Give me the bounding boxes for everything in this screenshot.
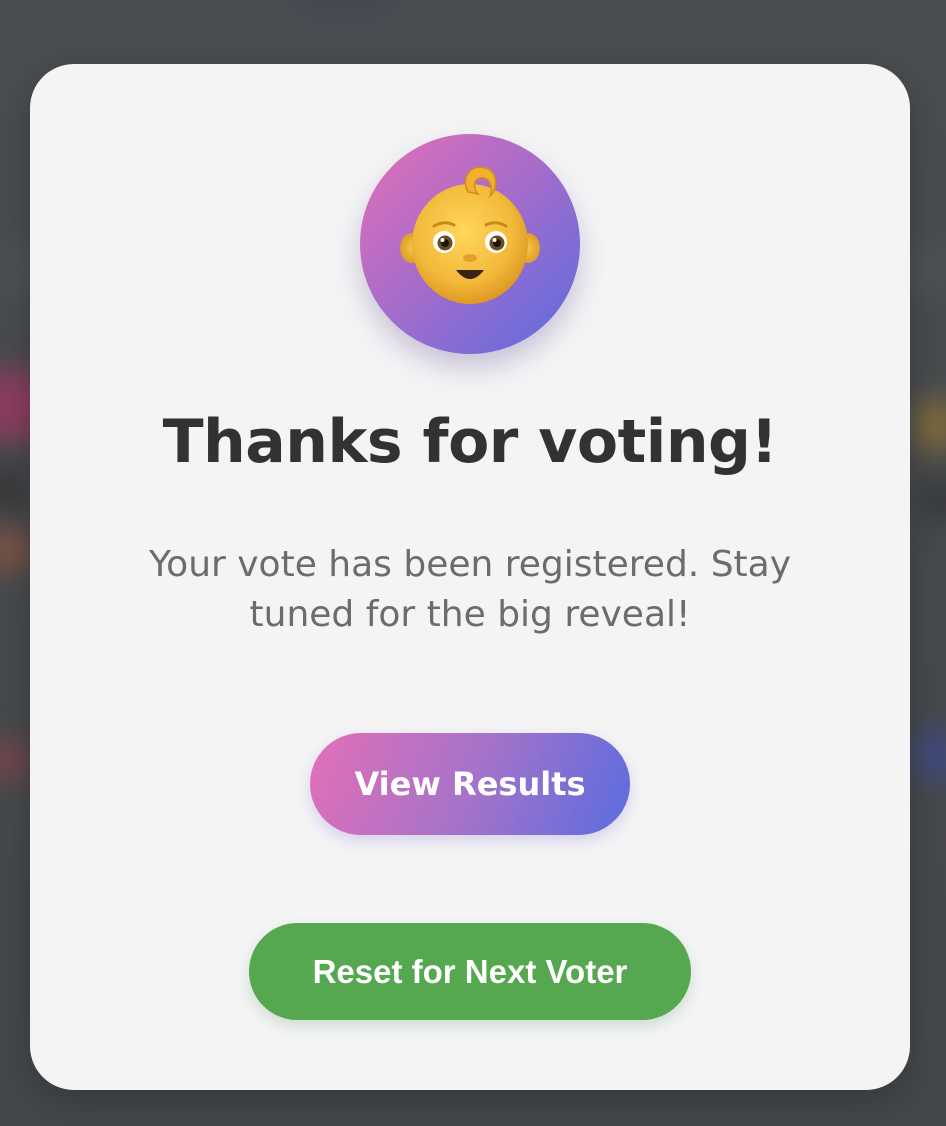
background-blob: [0, 470, 20, 510]
background-blob: [916, 730, 946, 780]
reset-for-next-voter-button[interactable]: Reset for Next Voter: [249, 923, 691, 1020]
modal-message: Your vote has been registered. Stay tune…: [148, 544, 792, 635]
background-blob: [290, 0, 400, 14]
modal-title: Thanks for voting!: [162, 407, 778, 477]
background-blob: [0, 530, 30, 570]
background-blob: [916, 400, 946, 450]
background-blob: [0, 740, 30, 780]
avatar-circle: [360, 134, 580, 354]
vote-confirmation-modal: Thanks for voting! Your vote has been re…: [30, 64, 910, 1090]
background-blob: [926, 480, 946, 520]
view-results-button[interactable]: View Results: [310, 733, 630, 835]
baby-face-icon: [400, 166, 540, 304]
